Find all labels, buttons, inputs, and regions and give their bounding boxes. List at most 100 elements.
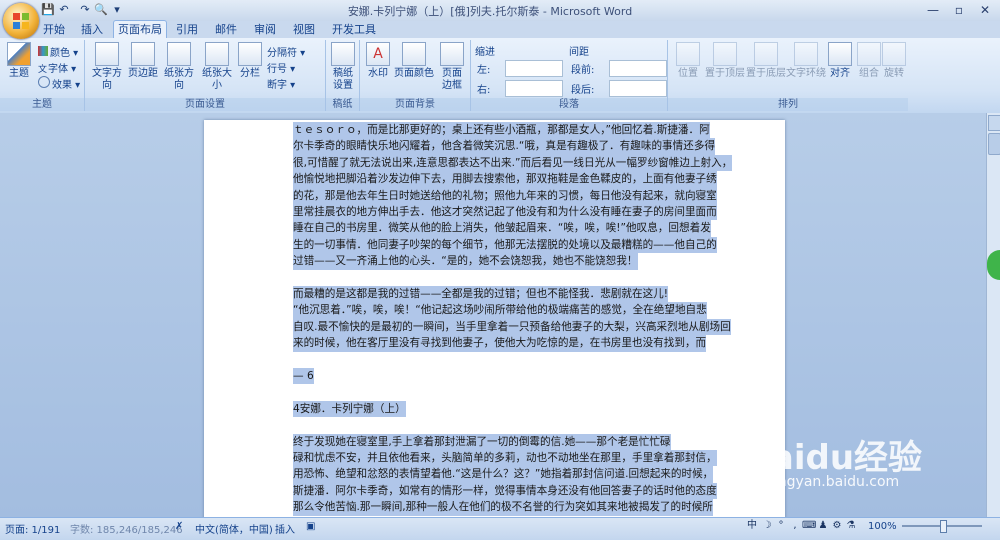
document-line[interactable]: 那么令他苦恼.那一瞬间,那种一般人在他们的极不名誉的行为突如其来地被揭发了的时候…: [293, 499, 713, 516]
theme-effects-button[interactable]: 效果 ▾: [38, 76, 80, 91]
document-line[interactable]: 睡在自己的书房里．微笑从他的脸上消失，他皱起眉来．“唉，唉，唉!”他叹息，回想着…: [293, 220, 711, 237]
redo-icon[interactable]: ↷: [78, 3, 92, 17]
page-borders-icon: [440, 42, 464, 66]
document-line[interactable]: 很,可惜醒了就无法说出来,连意思都表达不出来.”而后看见一线日光从一幅罗纱窗帷边…: [293, 154, 733, 172]
columns-button[interactable]: 分栏: [237, 42, 263, 80]
minimize-button[interactable]: —: [920, 1, 946, 19]
spacing-before-label: 段前:: [571, 65, 595, 76]
position-icon: [676, 42, 700, 66]
vertical-scrollbar[interactable]: [986, 113, 1000, 517]
ime-keyboard-icon[interactable]: ⌨: [802, 518, 816, 533]
office-button[interactable]: [3, 3, 39, 39]
watermark-button[interactable]: A 水印: [364, 42, 392, 80]
document-line[interactable]: 碌和忧虑不安，并且依他看来，头脑简单的多莉，动也不动地坐在那里，手里拿着那封信，: [293, 450, 717, 467]
group-button[interactable]: 组合: [855, 42, 883, 80]
ime-tool-icon[interactable]: ⚗: [844, 518, 858, 533]
tab-home[interactable]: 开始: [40, 21, 68, 38]
word-count[interactable]: 字数: 185,246/185,246: [70, 521, 183, 536]
document-page[interactable]: ｔｅｓｏｒｏ，而是比那更好的；桌上还有些小酒瓶，那都是女人，”他回忆着.斯捷潘．…: [204, 120, 785, 520]
text-direction-button[interactable]: 文字方向: [89, 42, 125, 92]
document-line[interactable]: 用恐怖、绝望和忿怒的表情望着他.“这是什么？这？”她指着那封信问道.回想起来的时…: [293, 466, 714, 483]
theme-fonts-button[interactable]: 文字体 ▾: [38, 60, 76, 75]
ime-user-icon[interactable]: ♟: [816, 518, 830, 533]
document-line[interactable]: ｔｅｓｏｒｏ，而是比那更好的；桌上还有些小酒瓶，那都是女人，”他回忆着.斯捷潘．…: [293, 122, 710, 139]
page-color-label: 页面颜色: [394, 68, 434, 79]
ime-settings-icon[interactable]: ⚙: [830, 518, 844, 533]
tab-mailings[interactable]: 邮件: [212, 21, 240, 38]
qat-dropdown-icon[interactable]: ▾: [110, 3, 124, 17]
page-borders-button[interactable]: 页面 边框: [438, 42, 466, 92]
undo-icon[interactable]: ↶: [57, 3, 71, 17]
group-draft: 稿纸 设置 稿纸: [326, 40, 360, 111]
spacing-before-input[interactable]: [609, 60, 667, 77]
insert-mode[interactable]: 插入: [275, 521, 295, 536]
theme-colors-button[interactable]: 颜色 ▾: [38, 44, 78, 59]
indent-right-input[interactable]: [505, 80, 563, 97]
breaks-button[interactable]: 分隔符 ▾: [267, 44, 305, 59]
colors-icon: [38, 46, 48, 56]
document-line[interactable]: 来的时候，他在客厅里没有寻找到他妻子，使他大为吃惊的是，在书房里也没有找到，而: [293, 335, 707, 352]
rotate-icon: [882, 42, 906, 66]
print-preview-icon[interactable]: 🔍: [94, 3, 108, 17]
ime-moon-icon[interactable]: ☽: [760, 518, 774, 533]
tab-page-layout[interactable]: 页面布局: [113, 20, 167, 39]
proofing-icon[interactable]: ✗: [175, 521, 183, 532]
tab-review[interactable]: 审阅: [251, 21, 279, 38]
rotate-label: 旋转: [884, 68, 904, 79]
wrap-text-button[interactable]: 文字环绕: [786, 42, 826, 80]
orientation-label: 纸张方向: [164, 68, 194, 91]
document-line[interactable]: 的花，那是他去年生日时她送给他的礼物；照他九年来的习惯，每日他没有起来，就向寝室: [293, 187, 717, 204]
ime-comma-icon[interactable]: ,: [788, 518, 802, 533]
size-button[interactable]: 纸张大小: [199, 42, 235, 92]
page-color-button[interactable]: 页面颜色: [394, 42, 434, 80]
scroll-up-icon[interactable]: [988, 115, 1000, 131]
zoom-slider-thumb[interactable]: [940, 520, 947, 533]
document-line[interactable]: 终于发现她在寝室里,手上拿着那封泄漏了一切的倒霉的信.她——那个老是忙忙碌: [293, 433, 671, 450]
page-borders-label: 页面 边框: [442, 68, 462, 91]
language-indicator[interactable]: 中文(简体，中国): [195, 521, 273, 536]
document-line[interactable]: 过错——又一齐涌上他的心头．“是的，她不会饶恕我，她也不能饶恕我！: [293, 253, 638, 270]
document-line[interactable]: 里常挂晨衣的地方伸出手去．他这才突然记起了他没有和为什么没有睡在妻子的房间里面而: [293, 204, 717, 221]
margins-button[interactable]: 页边距: [128, 42, 158, 80]
group-icon: [857, 42, 881, 66]
document-line[interactable]: 尔卡季奇的眼睛快乐地闪耀着，他含着微笑沉思.“哦，真是有趣极了．有趣味的事情还多…: [293, 138, 716, 155]
window-title: 安娜.卡列宁娜（上）[俄]列夫.托尔斯泰 - Microsoft Word: [347, 5, 633, 18]
page-counter[interactable]: 页面: 1/191: [5, 521, 60, 536]
tab-developer[interactable]: 开发工具: [329, 21, 379, 38]
bring-front-button[interactable]: 置于顶层: [705, 42, 745, 80]
macro-icon[interactable]: ▣: [306, 521, 315, 532]
document-line[interactable]: — 6: [293, 368, 314, 385]
send-back-button[interactable]: 置于底层: [746, 42, 786, 80]
save-icon[interactable]: 💾: [41, 3, 55, 17]
line-numbers-button[interactable]: 行号 ▾: [267, 60, 295, 75]
group-label: 排列: [668, 98, 908, 111]
orientation-button[interactable]: 纸张方向: [161, 42, 197, 92]
ime-chinese-icon[interactable]: 中: [745, 518, 759, 533]
ime-dot-icon[interactable]: °: [774, 518, 788, 533]
spacing-heading: 间距: [569, 47, 589, 58]
indent-left-input[interactable]: [505, 60, 563, 77]
document-line[interactable]: 生的一切事情．他同妻子吵架的每个细节，他那无法摆脱的处境以及最糟糕的——他自己的: [293, 236, 717, 254]
tab-insert[interactable]: 插入: [78, 21, 106, 38]
hyphenation-button[interactable]: 断字 ▾: [267, 76, 295, 91]
document-line[interactable]: 4安娜．卡列宁娜（上）: [293, 400, 406, 418]
group-label: 页面设置: [85, 98, 325, 111]
document-line[interactable]: 他愉悦地把脚沿着沙发边伸下去，用脚去搜索他，那双拖鞋是金色鞣皮的，上面有他妻子绣: [293, 171, 717, 188]
maximize-button[interactable]: ▫: [946, 1, 972, 19]
close-button[interactable]: ✕: [972, 1, 998, 19]
spacing-after-input[interactable]: [609, 80, 667, 97]
document-line[interactable]: 斯捷潘．阿尔卡季奇，如常有的情形一样，觉得事情本身还没有他回答妻子的话时他的态度: [293, 482, 717, 500]
align-button[interactable]: 对齐: [826, 42, 854, 80]
themes-button[interactable]: 主题: [4, 42, 34, 80]
document-line[interactable]: 自叹.最不愉快的是最初的一瞬间，当手里拿着一只预备给他妻子的大梨，兴高采烈地从剧…: [293, 318, 731, 336]
align-icon: [828, 42, 852, 66]
position-button[interactable]: 位置: [672, 42, 704, 80]
scroll-thumb[interactable]: [988, 133, 1000, 155]
document-line[interactable]: 而最糟的是这都是我的过错——全都是我的过错；但也不能怪我．悲剧就在这儿!: [293, 286, 669, 303]
draft-settings-button[interactable]: 稿纸 设置: [329, 42, 357, 92]
tab-view[interactable]: 视图: [290, 21, 318, 38]
rotate-button[interactable]: 旋转: [882, 42, 906, 80]
tab-references[interactable]: 引用: [173, 21, 201, 38]
zoom-level[interactable]: 100%: [868, 521, 897, 532]
document-line[interactable]: “他沉思着．”唉，唉，唉！“他记起这场吵闹所带给他的极端痛苦的感觉，全在绝望地自…: [293, 302, 707, 319]
